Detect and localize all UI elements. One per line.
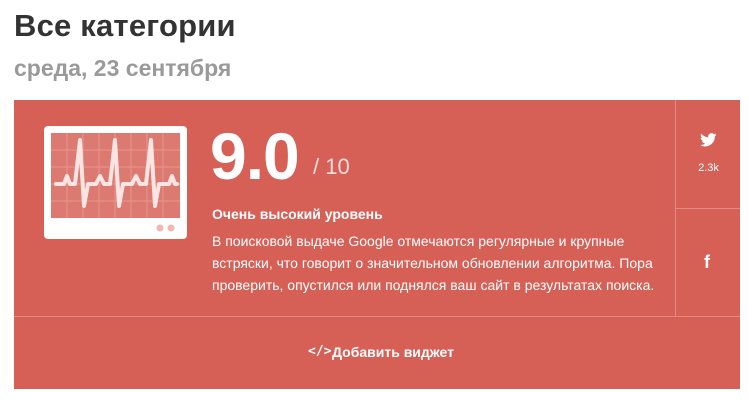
- twitter-share-count: 2.3k: [698, 162, 719, 174]
- code-icon: </>: [308, 344, 332, 359]
- score-value: 9.0: [210, 119, 300, 193]
- score-max: / 10: [313, 154, 350, 179]
- twitter-bird-icon: [700, 133, 717, 152]
- page-title: Все категории: [14, 8, 236, 43]
- sensor-card: 9.0 / 10 Очень высокий уровень В поисков…: [14, 100, 741, 389]
- heart-monitor-icon: [44, 126, 187, 239]
- add-widget-button[interactable]: </> Добавить виджет: [14, 317, 740, 389]
- add-widget-label: Добавить виджет: [332, 344, 454, 360]
- share-panel: 2.3k f: [675, 100, 741, 316]
- twitter-share-button[interactable]: 2.3k: [676, 100, 741, 209]
- facebook-icon: f: [704, 252, 710, 272]
- level-description: В поисковой выдаче Google отмечаются рег…: [212, 233, 655, 293]
- facebook-share-button[interactable]: f: [676, 209, 741, 316]
- level-label: Очень высокий уровень: [212, 206, 383, 222]
- page-date: среда, 23 сентября: [14, 55, 232, 81]
